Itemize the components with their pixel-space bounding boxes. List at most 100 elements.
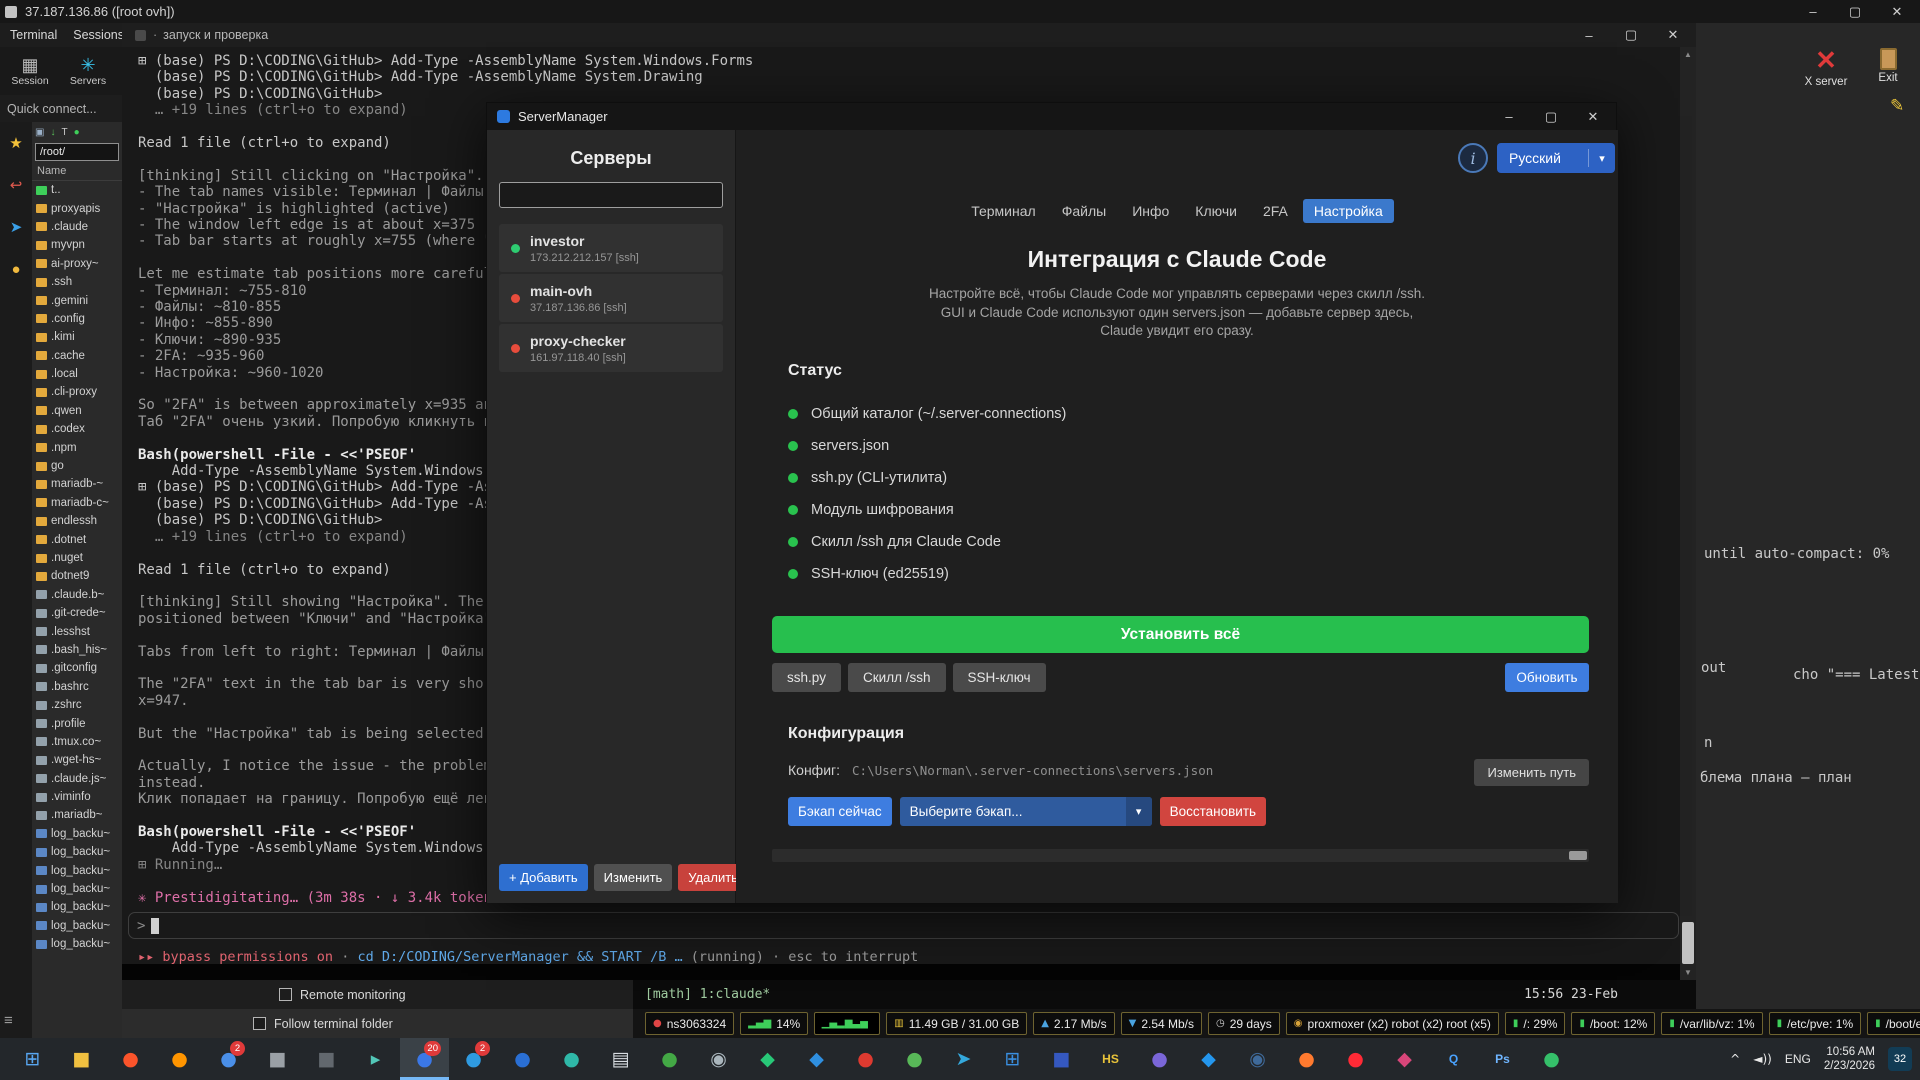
- tree-toolbar-icon[interactable]: ▣: [35, 127, 44, 138]
- taskbar-icon[interactable]: ■: [302, 1038, 351, 1080]
- taskbar-icon[interactable]: ●: [155, 1038, 204, 1080]
- menu-item[interactable]: Sessions: [73, 28, 124, 42]
- horizontal-scrollbar[interactable]: [772, 849, 1589, 862]
- toolbar-item[interactable]: ▦ Session: [5, 50, 55, 92]
- file-tree-item[interactable]: go: [32, 457, 122, 475]
- taskbar-icon[interactable]: ◆: [1184, 1038, 1233, 1080]
- taskbar-icon[interactable]: ●: [1527, 1038, 1576, 1080]
- taskbar-icon[interactable]: Q: [1429, 1038, 1478, 1080]
- taskbar-icon[interactable]: HS: [1086, 1038, 1135, 1080]
- volume-icon[interactable]: ◄)): [1753, 1052, 1772, 1066]
- notification-center-badge[interactable]: 32: [1888, 1047, 1912, 1071]
- refresh-button[interactable]: Обновить: [1505, 663, 1589, 692]
- taskbar-icon[interactable]: ◆: [792, 1038, 841, 1080]
- tree-toolbar-icon[interactable]: ↓: [50, 127, 55, 138]
- file-tree-item[interactable]: .git-crede~: [32, 604, 122, 622]
- file-tree-item[interactable]: .bash_his~: [32, 641, 122, 659]
- file-tree-item[interactable]: log_backu~: [32, 880, 122, 898]
- scrollbar[interactable]: ▲ ▼: [1680, 47, 1696, 980]
- file-tree-item[interactable]: .wget-hs~: [32, 751, 122, 769]
- restore-button[interactable]: Восстановить: [1160, 797, 1266, 826]
- file-tree-item[interactable]: .zshrc: [32, 696, 122, 714]
- file-tree-item[interactable]: myvpn: [32, 236, 122, 254]
- file-tree-item[interactable]: endlessh: [32, 512, 122, 530]
- server-search-input[interactable]: [499, 182, 723, 208]
- file-tree-item[interactable]: .config: [32, 310, 122, 328]
- taskbar-icon[interactable]: Ps: [1478, 1038, 1527, 1080]
- menu-item[interactable]: Terminal: [10, 28, 57, 42]
- taskbar-icon[interactable]: ▸: [351, 1038, 400, 1080]
- file-tree-item[interactable]: .gitconfig: [32, 659, 122, 677]
- taskbar-icon[interactable]: ●: [890, 1038, 939, 1080]
- taskbar-icon[interactable]: ●: [1135, 1038, 1184, 1080]
- section-tab[interactable]: 2FA: [1252, 199, 1299, 223]
- taskbar-icon[interactable]: ●: [1331, 1038, 1380, 1080]
- add-server-button[interactable]: + Добавить: [499, 864, 588, 891]
- file-tree-item[interactable]: .dotnet: [32, 530, 122, 548]
- side-strip-icon[interactable]: ●: [11, 262, 20, 278]
- file-tree-item[interactable]: .mariadb~: [32, 806, 122, 824]
- close-button[interactable]: ✕: [1572, 103, 1614, 130]
- section-tab[interactable]: Инфо: [1121, 199, 1180, 223]
- scroll-up-arrow[interactable]: ▲: [1680, 47, 1696, 62]
- component-install-button[interactable]: Скилл /ssh: [848, 663, 945, 692]
- close-button[interactable]: ✕: [1876, 0, 1918, 23]
- section-tab[interactable]: Настройка: [1303, 199, 1394, 223]
- servermanager-titlebar[interactable]: ServerManager – ▢ ✕: [487, 103, 1616, 130]
- file-tree-item[interactable]: mariadb-c~: [32, 494, 122, 512]
- minimize-button[interactable]: –: [1488, 103, 1530, 130]
- taskbar-icon[interactable]: ●: [547, 1038, 596, 1080]
- minimize-button[interactable]: –: [1568, 23, 1610, 47]
- install-all-button[interactable]: Установить всё: [772, 616, 1589, 653]
- file-tree-item[interactable]: proxyapis: [32, 199, 122, 217]
- file-tree-item[interactable]: .bashrc: [32, 678, 122, 696]
- section-tab[interactable]: Файлы: [1051, 199, 1117, 223]
- quick-connect-field[interactable]: Quick connect...: [0, 95, 122, 122]
- taskbar-icon[interactable]: ➤: [939, 1038, 988, 1080]
- server-list-item[interactable]: proxy-checker 161.97.118.40 [ssh]: [499, 324, 723, 372]
- file-tree-item[interactable]: log_backu~: [32, 861, 122, 879]
- file-tree-item[interactable]: .codex: [32, 420, 122, 438]
- remote-monitoring-option[interactable]: Remote monitoring: [279, 988, 406, 1002]
- language-dropdown[interactable]: Русский ▾: [1497, 143, 1615, 173]
- file-tree-item[interactable]: .claude.js~: [32, 770, 122, 788]
- backup-select[interactable]: Выберите бэкап... ▾: [900, 797, 1152, 826]
- path-input[interactable]: /root/: [35, 143, 119, 161]
- exit-desktop-icon[interactable]: Exit: [1866, 48, 1910, 84]
- file-tree-item[interactable]: .lesshst: [32, 622, 122, 640]
- side-strip-icon[interactable]: ➤: [10, 220, 23, 236]
- file-tree-item[interactable]: log_backu~: [32, 843, 122, 861]
- taskbar-icon[interactable]: ●: [1282, 1038, 1331, 1080]
- taskbar-icon[interactable]: ■: [253, 1038, 302, 1080]
- scrollbar-thumb[interactable]: [1569, 851, 1587, 860]
- server-list-item[interactable]: main-ovh 37.187.136.86 [ssh]: [499, 274, 723, 322]
- tray-expand-icon[interactable]: ^: [1730, 1052, 1740, 1066]
- minimize-button[interactable]: –: [1792, 0, 1834, 23]
- terminal-prompt-input[interactable]: >: [128, 912, 1679, 939]
- terminal-tab-title[interactable]: запуск и проверка: [163, 28, 268, 42]
- file-tree-item[interactable]: .claude.b~: [32, 586, 122, 604]
- taskbar-icon[interactable]: ●: [645, 1038, 694, 1080]
- follow-terminal-option[interactable]: Follow terminal folder: [253, 1017, 393, 1031]
- component-install-button[interactable]: ssh.py: [772, 663, 841, 692]
- change-path-button[interactable]: Изменить путь: [1474, 759, 1589, 786]
- xserver-desktop-icon[interactable]: ✕ X server: [1800, 46, 1852, 88]
- hamburger-menu-icon[interactable]: ≡: [4, 1012, 13, 1029]
- file-tree-item[interactable]: mariadb-~: [32, 475, 122, 493]
- file-tree-item[interactable]: log_backu~: [32, 825, 122, 843]
- maximize-button[interactable]: ▢: [1610, 23, 1652, 47]
- maximize-button[interactable]: ▢: [1834, 0, 1876, 23]
- pencil-icon[interactable]: ✎: [1890, 96, 1904, 116]
- checkbox[interactable]: [279, 988, 292, 1001]
- taskbar-icon[interactable]: ●: [841, 1038, 890, 1080]
- file-tree-item[interactable]: .profile: [32, 714, 122, 732]
- keyboard-language[interactable]: ENG: [1785, 1052, 1811, 1066]
- file-tree-item[interactable]: .viminfo: [32, 788, 122, 806]
- file-tree-item[interactable]: log_backu~: [32, 917, 122, 935]
- taskbar-icon[interactable]: ⊞: [8, 1038, 57, 1080]
- edit-server-button[interactable]: Изменить: [594, 864, 673, 891]
- scroll-down-arrow[interactable]: ▼: [1680, 965, 1696, 980]
- server-list-item[interactable]: investor 173.212.212.157 [ssh]: [499, 224, 723, 272]
- taskbar-icon[interactable]: ●: [498, 1038, 547, 1080]
- taskbar-icon[interactable]: ⊞: [988, 1038, 1037, 1080]
